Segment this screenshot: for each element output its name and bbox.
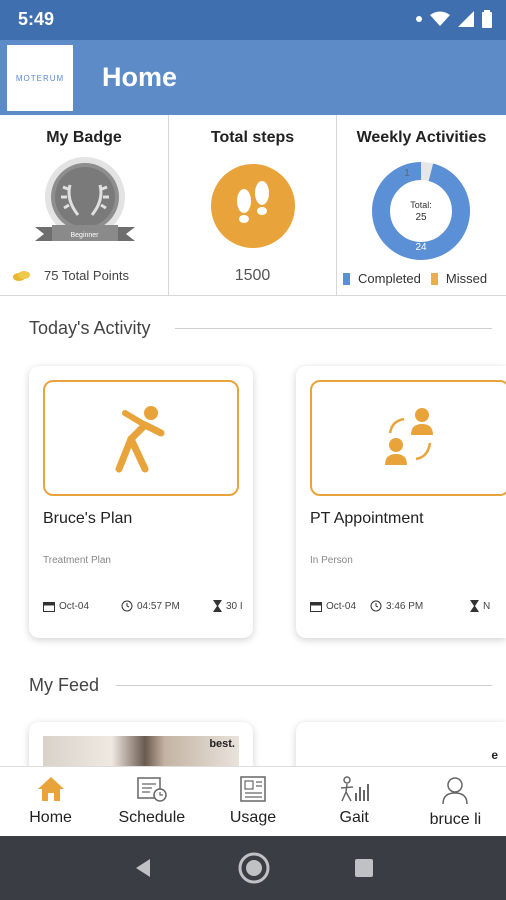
meta-time: 04:57 PM (121, 600, 213, 612)
feed-brand-tag: best. (209, 738, 235, 750)
legend-missed-swatch (430, 272, 438, 285)
wifi-icon (430, 11, 450, 26)
app-logo: MOTERUM (7, 45, 73, 111)
legend-completed-swatch (343, 272, 350, 285)
section-divider (175, 328, 492, 329)
feed-brand-tag: e (491, 748, 498, 762)
steps-panel[interactable]: Total steps 1500 (169, 115, 337, 295)
nav-item-gait[interactable]: Gait (304, 767, 405, 836)
weekly-activities-panel[interactable]: Weekly Activities Total: 25 24 1 Complet… (337, 115, 506, 295)
meta-time-text: 04:57 PM (137, 600, 180, 612)
meta-date-text: Oct-04 (326, 600, 357, 612)
steps-count: 1500 (234, 267, 271, 284)
schedule-icon (137, 777, 167, 802)
coins-icon (13, 270, 30, 281)
donut-total-label: Total: (410, 200, 432, 210)
app-header: MOTERUM Home (0, 40, 506, 115)
recents-icon[interactable] (354, 858, 374, 878)
nav-label: Schedule (118, 809, 186, 826)
notification-dot-icon (416, 16, 422, 22)
activity-card-subtitle: In Person (310, 555, 353, 566)
meta-duration-text: N (483, 600, 491, 612)
activity-card-title: Bruce's Plan (43, 510, 133, 527)
meta-time: 3:46 PM (370, 600, 470, 612)
my-feed-heading: My Feed (29, 675, 100, 695)
battery-icon (482, 10, 492, 28)
activity-card-image (43, 380, 239, 496)
steps-title: Total steps (210, 129, 295, 146)
donut-completed-value: 24 (415, 242, 427, 253)
nav-label: Home (29, 809, 72, 826)
home-button-icon[interactable] (237, 851, 271, 885)
meta-date: Oct-04 (43, 601, 121, 612)
hourglass-icon (213, 600, 222, 612)
today-activity-heading: Today's Activity (29, 318, 151, 338)
donut-total-value: 25 (415, 212, 427, 223)
nav-item-schedule[interactable]: Schedule (101, 767, 202, 836)
nav-label: bruce li (429, 811, 482, 828)
profile-icon (442, 777, 469, 805)
meta-duration: 30 I (213, 600, 243, 612)
signal-icon (458, 11, 474, 27)
activity-card-bruces-plan[interactable]: Bruce's Plan Treatment Plan Oct-04 04:57… (29, 366, 253, 638)
back-icon[interactable] (132, 857, 154, 879)
status-bar: 5:49 (0, 0, 506, 40)
legend-completed-label: Completed (358, 271, 421, 286)
calendar-icon (43, 601, 55, 612)
weekly-donut-chart: Total: 25 24 1 (372, 162, 470, 260)
legend-missed-label: Missed (445, 271, 488, 286)
badge-level: Beginner (70, 232, 99, 239)
activity-card-image (310, 380, 506, 496)
status-time: 5:49 (18, 9, 55, 29)
activity-card-meta: Oct-04 3:46 PM N (310, 600, 490, 612)
section-divider (116, 685, 492, 686)
meta-date-text: Oct-04 (59, 600, 90, 612)
badge-points-text: 75 Total Points (44, 268, 130, 283)
donut-completed-arc (372, 162, 470, 260)
nav-item-home[interactable]: Home (0, 767, 101, 836)
meta-time-text: 3:46 PM (386, 600, 424, 612)
weekly-title: Weekly Activities (356, 129, 487, 146)
home-icon (37, 777, 64, 801)
meta-duration: N (470, 600, 490, 612)
nav-item-profile[interactable]: bruce li (405, 767, 506, 836)
activity-card-subtitle: Treatment Plan (43, 555, 111, 566)
usage-icon (240, 776, 266, 802)
bottom-navigation: Home Schedule Usage Gait bruce li (0, 766, 506, 836)
nav-label: Gait (339, 809, 369, 826)
gait-icon (341, 776, 370, 802)
status-icons (416, 10, 492, 28)
activity-card-meta: Oct-04 04:57 PM 30 I (43, 600, 243, 612)
donut-missed-value: 1 (404, 168, 410, 179)
people-exchange-icon (385, 408, 433, 465)
system-navigation-bar (0, 836, 506, 900)
activity-card-pt-appointment[interactable]: PT Appointment In Person Oct-04 3:46 PM … (296, 366, 506, 638)
calendar-icon (310, 601, 322, 612)
nav-label: Usage (229, 809, 277, 826)
meta-duration-text: 30 I (226, 600, 243, 612)
activity-card-title: PT Appointment (310, 510, 424, 527)
badge-points: 75 Total Points (12, 268, 129, 283)
clock-icon (370, 600, 382, 612)
nav-item-usage[interactable]: Usage (202, 767, 303, 836)
clock-icon (121, 600, 133, 612)
meta-date: Oct-04 (310, 601, 370, 612)
page-title: Home (102, 62, 178, 92)
hourglass-icon (470, 600, 479, 612)
badge-medal-icon (35, 157, 135, 241)
stats-row: My Badge Beginner 75 Total Points Total … (0, 115, 506, 296)
logo-text: MOTERUM (15, 73, 65, 83)
badge-panel[interactable]: My Badge Beginner 75 Total Points (0, 115, 169, 295)
weekly-legend: Completed Missed (343, 271, 506, 286)
badge-title: My Badge (46, 129, 122, 146)
footsteps-icon (211, 164, 295, 248)
stretching-figure-icon (115, 406, 165, 473)
